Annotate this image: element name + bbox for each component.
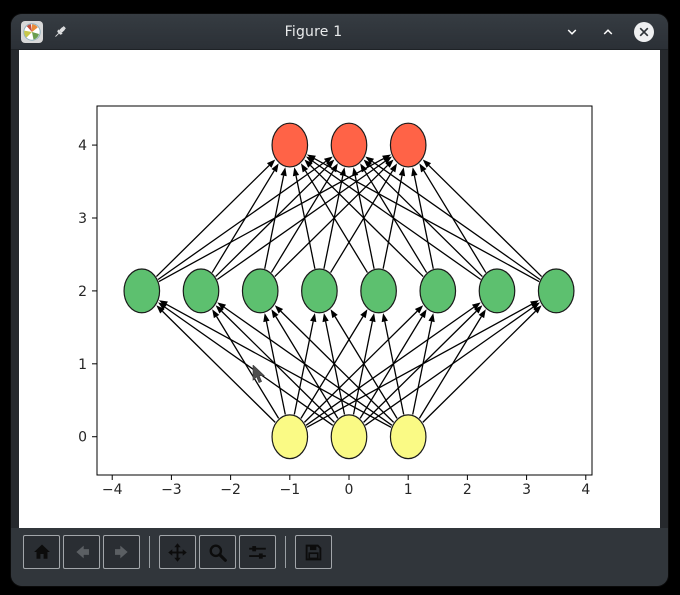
toolbar-separator (285, 536, 286, 568)
figure-canvas[interactable]: −4 −3 −2 −1 0 1 2 3 4 0 1 2 3 4 (19, 50, 660, 528)
x-tick-label: −3 (161, 482, 182, 498)
y-tick-label: 3 (78, 211, 87, 227)
window-title: Figure 1 (77, 24, 550, 40)
network-node-output-layer (331, 123, 367, 167)
network-node-hidden-layer (124, 269, 160, 313)
sliders-icon (248, 543, 267, 562)
chevron-up-icon (600, 24, 616, 40)
toolbar-zoom-to-rect-button[interactable] (199, 535, 236, 569)
network-node-input-layer (390, 415, 426, 459)
save-icon (304, 543, 323, 562)
chevron-down-icon (564, 24, 580, 40)
maximize-button[interactable] (596, 20, 620, 44)
pan-icon (168, 543, 187, 562)
x-tick-label: −1 (279, 482, 300, 498)
network-node-input-layer (331, 415, 367, 459)
x-tick-label: 1 (404, 482, 413, 498)
titlebar[interactable]: Figure 1 (11, 14, 668, 50)
close-icon (633, 21, 655, 43)
toolbar-configure-subplots-button[interactable] (239, 535, 276, 569)
network-node-input-layer (272, 415, 308, 459)
network-node-hidden-layer (361, 269, 397, 313)
y-tick-label: 1 (78, 357, 87, 373)
matplotlib-toolbar (11, 528, 668, 586)
toolbar-home-button[interactable] (23, 535, 60, 569)
x-tick-label: −4 (102, 482, 123, 498)
toolbar-back-button (63, 535, 100, 569)
axes-plot: −4 −3 −2 −1 0 1 2 3 4 0 1 2 3 4 (19, 50, 660, 528)
desktop: { "window": { "title": "Figure 1", "titl… (0, 0, 680, 595)
y-tick-label: 4 (78, 138, 87, 154)
x-tick-label: −2 (220, 482, 241, 498)
pin-icon[interactable] (51, 23, 69, 41)
x-tick-label: 4 (581, 482, 590, 498)
network-node-hidden-layer (183, 269, 219, 313)
home-icon (33, 543, 51, 561)
figure-window: Figure 1 −4 −3 −2 −1 0 1 2 3 4 0 1 2 3 4 (11, 14, 668, 586)
network-node-hidden-layer (420, 269, 456, 313)
toolbar-save-button[interactable] (295, 535, 332, 569)
back-arrow-icon (73, 543, 91, 561)
network-node-output-layer (272, 123, 308, 167)
network-nodes (124, 123, 574, 458)
network-node-hidden-layer (479, 269, 515, 313)
x-tick-label: 3 (522, 482, 531, 498)
toolbar-pan-button[interactable] (159, 535, 196, 569)
matplotlib-logo-icon (21, 21, 43, 43)
minimize-button[interactable] (560, 20, 584, 44)
x-tick-label: 2 (463, 482, 472, 498)
close-button[interactable] (632, 20, 656, 44)
y-tick-label: 0 (78, 430, 87, 446)
network-node-output-layer (390, 123, 426, 167)
network-node-hidden-layer (538, 269, 574, 313)
forward-arrow-icon (113, 543, 131, 561)
toolbar-separator (149, 536, 150, 568)
zoom-icon (208, 543, 227, 562)
x-tick-label: 0 (345, 482, 354, 498)
network-node-hidden-layer (302, 269, 338, 313)
toolbar-forward-button (103, 535, 140, 569)
y-tick-label: 2 (78, 284, 87, 300)
network-node-hidden-layer (242, 269, 278, 313)
